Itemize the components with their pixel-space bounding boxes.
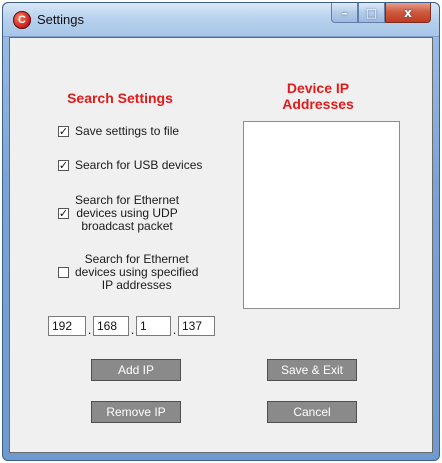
ip-octet-3-field[interactable] [136, 316, 171, 336]
ip-octet-4-field[interactable] [178, 316, 215, 336]
option-search-ethernet-udp[interactable]: ✓ Search for Ethernet devices using UDP … [58, 194, 179, 233]
search-usb-checkbox[interactable]: ✓ [58, 160, 69, 171]
maximize-icon: □ [365, 5, 378, 20]
close-button[interactable]: x [385, 3, 431, 23]
ip-separator: . [87, 322, 92, 337]
minimize-icon: – [341, 5, 348, 20]
add-ip-button[interactable]: Add IP [91, 359, 181, 381]
minimize-button[interactable]: – [331, 3, 358, 23]
device-ip-heading: Device IP Addresses [243, 80, 393, 112]
search-usb-label: Search for USB devices [75, 158, 203, 172]
settings-panel: Search Settings Device IP Addresses ✓ Sa… [9, 37, 433, 453]
device-ip-heading-line: Addresses [282, 96, 354, 112]
ip-separator: . [130, 322, 135, 337]
remove-ip-button[interactable]: Remove IP [91, 401, 181, 423]
option-search-usb[interactable]: ✓ Search for USB devices [58, 159, 202, 172]
device-ip-list[interactable] [243, 121, 400, 309]
search-ethernet-specified-label: Search for Ethernet devices using specif… [75, 253, 198, 292]
option-search-ethernet-specified[interactable]: Search for Ethernet devices using specif… [58, 253, 198, 292]
option-save-settings[interactable]: ✓ Save settings to file [58, 125, 179, 138]
label-line: broadcast packet [81, 219, 173, 233]
search-ethernet-specified-checkbox[interactable] [58, 267, 69, 278]
app-icon[interactable]: C [13, 11, 31, 29]
caption-buttons: – □ x [331, 3, 431, 25]
ip-address-input: . . . [48, 316, 215, 336]
save-settings-checkbox[interactable]: ✓ [58, 126, 69, 137]
search-settings-heading: Search Settings [67, 90, 173, 106]
ip-octet-1-field[interactable] [48, 316, 86, 336]
ip-separator: . [172, 322, 177, 337]
cancel-button[interactable]: Cancel [267, 401, 357, 423]
search-ethernet-udp-checkbox[interactable]: ✓ [58, 208, 69, 219]
device-ip-heading-line: Device IP [286, 80, 350, 96]
save-settings-label: Save settings to file [75, 124, 180, 138]
title-bar[interactable]: C Settings – □ x [3, 3, 439, 37]
label-line: IP addresses [101, 278, 172, 292]
maximize-button[interactable]: □ [358, 3, 385, 23]
close-icon: x [404, 5, 412, 20]
settings-window: C Settings – □ x Search Settings Device … [2, 2, 440, 461]
search-ethernet-udp-label: Search for Ethernet devices using UDP br… [75, 194, 179, 233]
save-exit-button[interactable]: Save & Exit [267, 359, 357, 381]
ip-octet-2-field[interactable] [93, 316, 129, 336]
window-title: Settings [37, 12, 84, 27]
